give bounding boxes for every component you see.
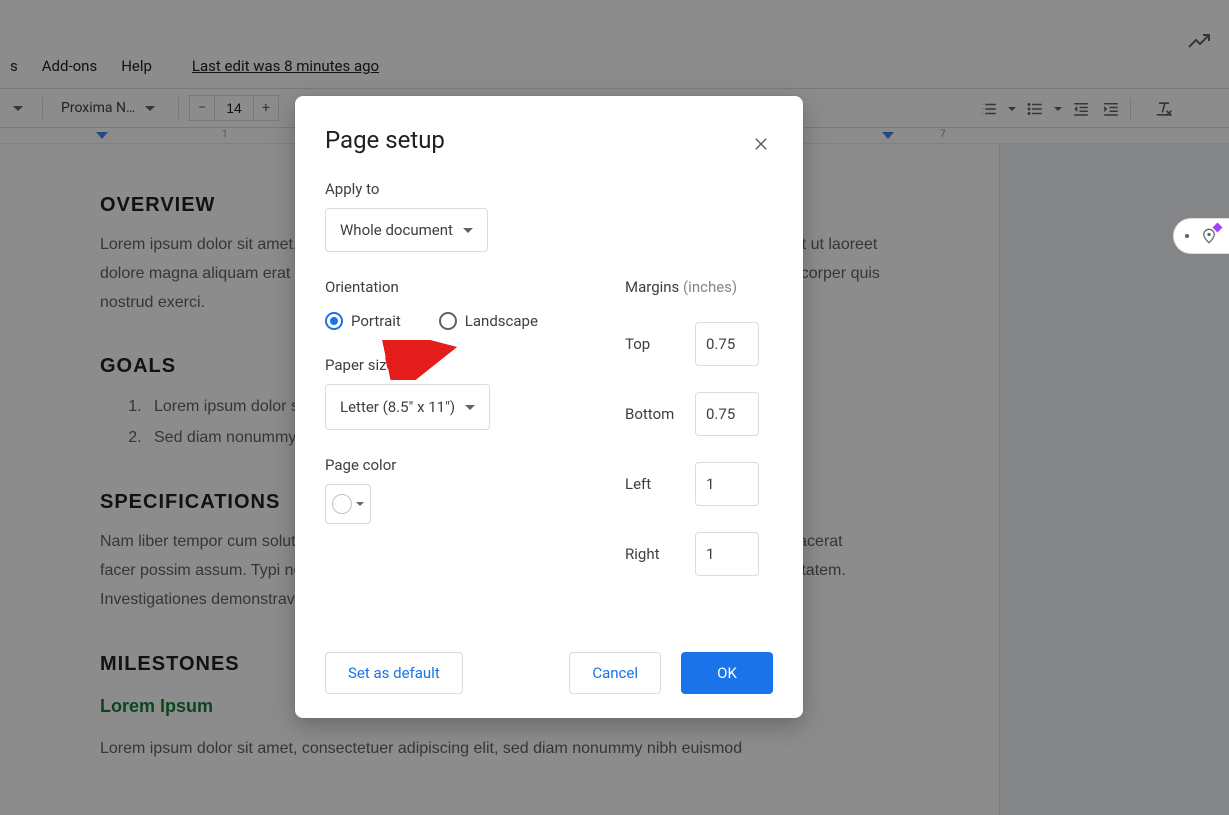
dot-icon <box>1185 234 1189 238</box>
radio-icon <box>325 312 343 330</box>
paper-size-select[interactable]: Letter (8.5" x 11") <box>325 384 490 430</box>
color-swatch-icon <box>332 494 352 514</box>
paper-size-label: Paper size <box>325 356 625 374</box>
page-color-label: Page color <box>325 456 625 474</box>
set-default-button[interactable]: Set as default <box>325 652 463 694</box>
orientation-landscape-radio[interactable]: Landscape <box>439 312 538 330</box>
margin-top-input[interactable] <box>695 322 759 366</box>
orientation-label: Orientation <box>325 278 625 296</box>
dialog-title: Page setup <box>325 126 773 154</box>
explore-badge[interactable] <box>1173 218 1229 254</box>
radio-label: Landscape <box>465 312 538 330</box>
apply-to-label: Apply to <box>325 180 625 198</box>
radio-icon <box>439 312 457 330</box>
paper-size-value: Letter (8.5" x 11") <box>340 398 455 416</box>
cancel-button[interactable]: Cancel <box>569 652 661 694</box>
margin-right-input[interactable] <box>695 532 759 576</box>
page-setup-dialog: Page setup Apply to Whole document Orien… <box>295 96 803 718</box>
margins-label: Margins (inches) <box>625 278 773 296</box>
margin-left-input[interactable] <box>695 462 759 506</box>
chevron-down-icon <box>463 228 473 233</box>
margin-left-label: Left <box>625 475 695 493</box>
margin-top-label: Top <box>625 335 695 353</box>
radio-label: Portrait <box>351 312 401 330</box>
margin-bottom-label: Bottom <box>625 405 695 423</box>
margin-right-label: Right <box>625 545 695 563</box>
orientation-portrait-radio[interactable]: Portrait <box>325 312 401 330</box>
page-color-select[interactable] <box>325 484 371 524</box>
margin-bottom-input[interactable] <box>695 392 759 436</box>
ok-button[interactable]: OK <box>681 652 773 694</box>
apply-to-select[interactable]: Whole document <box>325 208 488 252</box>
chevron-down-icon <box>356 502 364 506</box>
close-icon[interactable] <box>749 132 773 156</box>
apply-to-value: Whole document <box>340 221 453 239</box>
explore-icon <box>1200 227 1218 245</box>
chevron-down-icon <box>465 405 475 410</box>
